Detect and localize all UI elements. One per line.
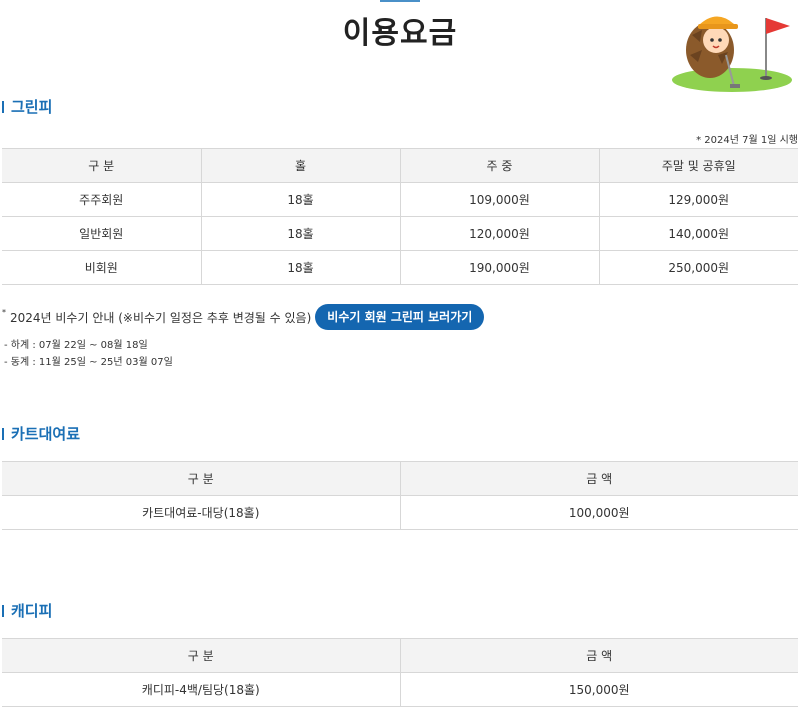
table-cell: 18홀 (200, 216, 401, 251)
title-accent-line (380, 0, 420, 2)
offseason-notice-text: 2024년 비수기 안내 (※비수기 일정은 추후 변경될 수 있음) (10, 310, 312, 325)
table-row: 캐디피-4백/팀당(18홀) 150,000원 (2, 672, 798, 707)
caddie-table: 구 분 금 액 캐디피-4백/팀당(18홀) 150,000원 (2, 638, 798, 707)
table-header-row: 구 분 금 액 (2, 461, 798, 496)
notice-star: * (2, 308, 6, 317)
table-row: 일반회원 18홀 120,000원 140,000원 (2, 216, 798, 251)
greenfee-table: 구 분 홀 주 중 주말 및 공휴일 주주회원 18홀 109,000원 129… (2, 148, 798, 285)
table-cell: 150,000원 (399, 672, 798, 707)
section-title-cart: 카트대여료 (2, 425, 80, 443)
summer-period: - 하계 : 07월 22일 ~ 08월 18일 (4, 340, 148, 351)
column-header: 홀 (200, 148, 401, 183)
column-header: 주 중 (399, 148, 600, 183)
table-cell: 캐디피-4백/팀당(18홀) (2, 672, 401, 707)
offseason-greenfee-button[interactable]: 비수기 회원 그린피 보러가기 (315, 304, 485, 330)
column-header: 구 분 (2, 638, 401, 673)
table-cell: 190,000원 (399, 250, 600, 285)
golf-flag-icon (766, 18, 790, 34)
column-header: 구 분 (2, 148, 202, 183)
column-header: 구 분 (2, 461, 401, 496)
table-cell: 주주회원 (2, 182, 202, 217)
table-cell: 140,000원 (598, 216, 798, 251)
section-title-greenfee: 그린피 (2, 98, 52, 116)
column-header: 금 액 (399, 638, 798, 673)
table-cell: 250,000원 (598, 250, 798, 285)
table-header-row: 구 분 금 액 (2, 638, 798, 673)
table-cell: 129,000원 (598, 182, 798, 217)
table-cell: 일반회원 (2, 216, 202, 251)
table-cell: 100,000원 (399, 495, 798, 530)
table-cell: 18홀 (200, 182, 401, 217)
effective-date-note: * 2024년 7월 1일 시행 (696, 135, 798, 146)
table-row: 비회원 18홀 190,000원 250,000원 (2, 250, 798, 285)
winter-period: - 동계 : 11월 25일 ~ 25년 03월 07일 (4, 357, 173, 368)
table-cell: 18홀 (200, 250, 401, 285)
pinecone-golfer-mascot-icon (672, 16, 792, 92)
table-cell: 카트대여료-대당(18홀) (2, 495, 401, 530)
table-cell: 120,000원 (399, 216, 600, 251)
table-row: 주주회원 18홀 109,000원 129,000원 (2, 182, 798, 217)
offseason-notice: * 2024년 비수기 안내 (※비수기 일정은 추후 변경될 수 있음) 비수… (2, 304, 485, 330)
table-row: 카트대여료-대당(18홀) 100,000원 (2, 495, 798, 530)
table-cell: 109,000원 (399, 182, 600, 217)
section-title-caddie: 캐디피 (2, 602, 52, 620)
cart-table: 구 분 금 액 카트대여료-대당(18홀) 100,000원 (2, 461, 798, 530)
column-header: 금 액 (399, 461, 798, 496)
table-cell: 비회원 (2, 250, 202, 285)
table-header-row: 구 분 홀 주 중 주말 및 공휴일 (2, 148, 798, 183)
column-header: 주말 및 공휴일 (598, 148, 798, 183)
